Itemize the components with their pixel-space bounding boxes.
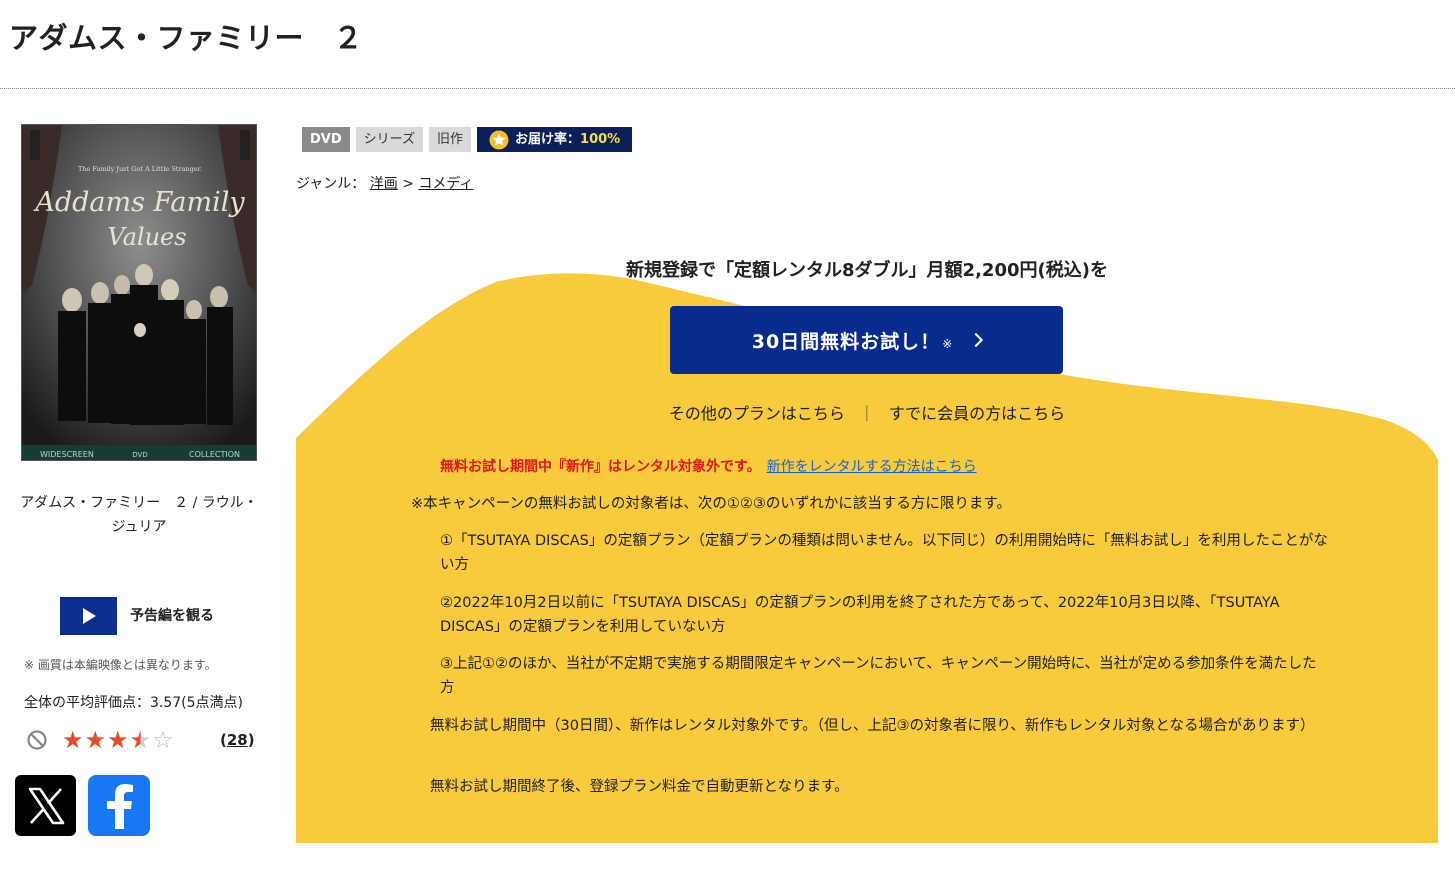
poster-footer-left: WIDESCREEN <box>40 450 94 459</box>
poster-art: The Family Just Got A Little Stranger. A… <box>22 125 256 460</box>
movie-caption: アダムス・ファミリー ２ / ラウル・ジュリア <box>20 495 258 535</box>
eligibility-text: ※本キャンペーンの無料お試しの対象者は、次の①②③のいずれかに該当する方に限りま… <box>411 496 1011 512</box>
condition-2: ②2022年10月2日以前に「TSUTAYA DISCAS」の定額プランの利用を… <box>440 595 1280 635</box>
poster-logo-line2: Values <box>107 223 186 251</box>
share-x-button[interactable] <box>15 775 76 836</box>
genre-link-western[interactable]: 洋画 <box>370 176 398 192</box>
review-count: (28) <box>220 731 255 749</box>
play-icon <box>83 608 96 624</box>
rating-star-icon[interactable]: ★ <box>130 727 152 753</box>
genre-breadcrumb: ジャンル： 洋画 > コメディ <box>296 173 473 193</box>
rating-star-icon[interactable]: ☆ <box>152 727 174 753</box>
delivery-rate-value: 100% <box>580 132 621 147</box>
status-badges: DVD シリーズ 旧作 お届け率：100% <box>302 127 633 152</box>
condition-1: ①「TSUTAYA DISCAS」の定額プラン（定額プランの種類は問いません。以… <box>440 533 1328 573</box>
review-count-open: ( <box>220 731 227 749</box>
page-title: アダムス・ファミリー ２ <box>9 21 364 55</box>
poster-tagline: The Family Just Got A Little Stranger. <box>78 165 202 173</box>
delivery-rate-badge: お届け率：100% <box>477 127 633 152</box>
genre-separator: > <box>402 176 414 192</box>
title-divider <box>0 88 1455 89</box>
chevron-right-icon <box>969 332 984 348</box>
trial-period-note: 無料お試し期間中（30日間）、新作はレンタル対象外です。（但し、上記③の対象者に… <box>430 718 1315 734</box>
poster-footer-right: COLLECTION <box>189 450 240 459</box>
trailer-play-button[interactable] <box>60 597 117 635</box>
review-count-close: ) <box>247 731 255 749</box>
x-logo-icon <box>28 787 64 824</box>
new-release-warning: 無料お試し期間中『新作』はレンタル対象外です。 新作をレンタルする方法はこちら <box>440 456 977 476</box>
warning-text: 無料お試し期間中『新作』はレンタル対象外です。 <box>440 459 761 475</box>
trailer-label[interactable]: 予告編を観る <box>130 605 214 625</box>
plan-links-separator: ｜ <box>858 404 875 423</box>
old-release-badge: 旧作 <box>429 127 472 152</box>
average-rating-label: 全体の平均評価点： <box>24 695 150 711</box>
plan-links: その他のプランはこちら ｜ すでに会員の方はこちら <box>296 400 1438 424</box>
new-release-rental-link[interactable]: 新作をレンタルする方法はこちら <box>767 459 977 475</box>
other-plans-link[interactable]: その他のプランはこちら <box>669 404 845 423</box>
poster-logo-line1: Addams Family <box>32 187 245 218</box>
star-medal-icon <box>489 130 509 149</box>
free-trial-label: 30日間無料お試し！ <box>751 330 941 353</box>
movie-poster[interactable]: The Family Just Got A Little Stranger. A… <box>21 124 257 461</box>
rating-star-icon[interactable]: ★ <box>62 727 84 753</box>
average-rating-score: 3.57(5点満点) <box>150 695 244 711</box>
trailer-note: ※ 画質は本編映像とは異なります。 <box>24 658 217 672</box>
poster-footer-mid: DVD <box>132 451 147 459</box>
format-badge: DVD <box>302 127 350 152</box>
share-facebook-button[interactable] <box>88 775 150 836</box>
member-login-link[interactable]: すでに会員の方はこちら <box>889 404 1065 423</box>
genre-link-comedy[interactable]: コメディ <box>418 176 473 192</box>
promo-headline: 新規登録で「定額レンタル8ダブル」月額2,200円(税込)を <box>626 260 1108 281</box>
rating-stars[interactable]: ★ ★ ★ ★ ☆ <box>62 727 174 753</box>
genre-label: ジャンル： <box>296 176 366 192</box>
review-count-link[interactable]: 28 <box>227 731 248 749</box>
free-trial-button[interactable]: 30日間無料お試し！ ※ <box>670 306 1063 374</box>
rating-star-icon[interactable]: ★ <box>107 727 129 753</box>
condition-3: ③上記①②のほか、当社が不定期で実施する期間限定キャンペーンにおいて、キャンペー… <box>440 656 1317 696</box>
average-rating: 全体の平均評価点：3.57(5点満点) <box>24 692 243 712</box>
delivery-rate-label: お届け率： <box>515 132 581 147</box>
auto-renew-note: 無料お試し期間終了後、登録プラン料金で自動更新となります。 <box>430 779 849 795</box>
block-icon[interactable] <box>26 729 48 751</box>
facebook-logo-icon <box>107 783 133 829</box>
rating-star-icon[interactable]: ★ <box>85 727 107 753</box>
free-trial-note-mark: ※ <box>942 337 954 351</box>
series-badge: シリーズ <box>355 127 424 152</box>
